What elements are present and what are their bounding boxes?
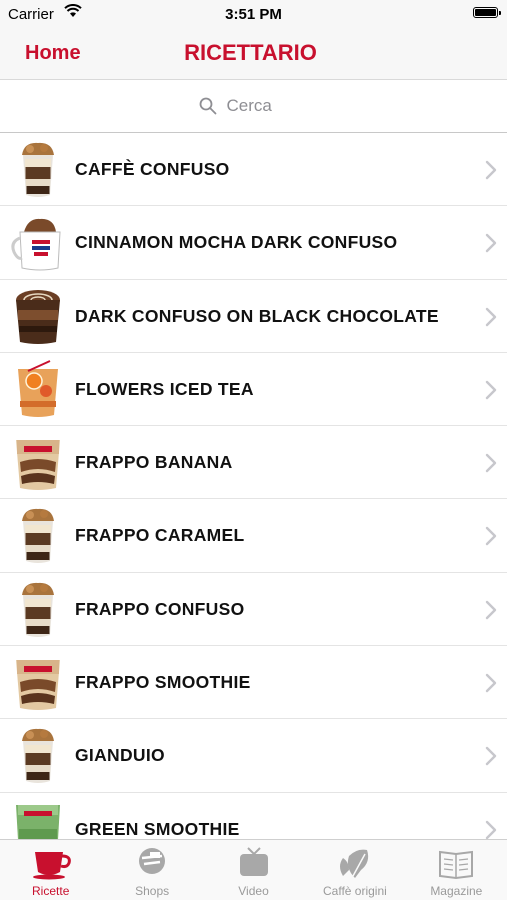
search-bar	[0, 80, 507, 133]
home-button[interactable]: Home	[25, 42, 81, 65]
recipe-row[interactable]: GIANDUIO	[0, 719, 507, 793]
battery-icon	[473, 7, 501, 18]
chevron-right-icon	[485, 307, 497, 326]
recipe-thumbnail	[10, 652, 66, 713]
recipe-row[interactable]: FLOWERS ICED TEA	[0, 353, 507, 427]
recipe-thumbnail	[10, 286, 66, 347]
recipe-thumbnail	[10, 359, 66, 420]
recipe-name: FRAPPO CARAMEL	[75, 525, 245, 546]
chevron-right-icon	[485, 160, 497, 180]
tab-shops[interactable]: Shops	[101, 840, 202, 900]
chevron-right-icon	[485, 600, 497, 619]
magazine-icon	[436, 846, 476, 880]
chevron-right-icon	[485, 234, 497, 253]
recipe-thumbnail	[10, 432, 66, 493]
recipe-thumbnail	[10, 139, 66, 200]
recipe-name: FRAPPO SMOOTHIE	[75, 672, 251, 693]
tab-label: Shops	[135, 884, 170, 898]
search-field[interactable]	[0, 95, 507, 117]
search-icon	[199, 97, 216, 115]
recipe-name: CINNAMON MOCHA DARK CONFUSO	[75, 232, 398, 253]
chevron-right-icon	[485, 820, 497, 839]
tab-caff-origini[interactable]: Caffè origini	[304, 840, 405, 900]
leaf-icon	[335, 846, 375, 880]
tab-video[interactable]: Video	[203, 840, 304, 900]
tab-ricette[interactable]: Ricette	[0, 840, 101, 900]
recipe-row[interactable]: FRAPPO CONFUSO	[0, 573, 507, 647]
page-title-text: RICETTARIO	[184, 40, 317, 65]
recipe-thumbnail	[10, 725, 66, 786]
recipe-row[interactable]: FRAPPO CARAMEL	[0, 499, 507, 573]
shops-icon	[132, 846, 172, 880]
chevron-right-icon	[485, 527, 497, 546]
recipe-row[interactable]: GREEN SMOOTHIE	[0, 793, 507, 840]
chevron-right-icon	[485, 747, 497, 766]
recipe-name: DARK CONFUSO ON BLACK CHOCOLATE	[75, 305, 439, 326]
recipe-name: GIANDUIO	[75, 745, 165, 766]
recipe-row[interactable]: FRAPPO BANANA	[0, 426, 507, 500]
recipe-name: FRAPPO BANANA	[75, 452, 233, 473]
recipe-row[interactable]: FRAPPO SMOOTHIE	[0, 646, 507, 720]
navigation-bar: Home RICETTARIO	[0, 28, 507, 80]
recipe-thumbnail	[10, 212, 66, 273]
chevron-right-icon	[485, 673, 497, 693]
tab-label: Video	[238, 884, 269, 898]
recipe-list[interactable]: CAFFÈ CONFUSO CINNAMON MOCHA DARK CONFUSO…	[0, 133, 507, 840]
tab-label: Magazine	[430, 884, 483, 898]
recipe-row[interactable]: CINNAMON MOCHA DARK CONFUSO	[0, 206, 507, 280]
tab-bar: Ricette Shops Video Caffè origini Magazine	[0, 839, 507, 900]
tab-label: Caffè origini	[323, 884, 387, 898]
chevron-right-icon	[485, 453, 497, 473]
recipe-name: GREEN SMOOTHIE	[75, 818, 240, 839]
status-bar: Carrier 3:51 PM	[0, 0, 507, 28]
tab-magazine[interactable]: Magazine	[406, 840, 507, 900]
cup-icon	[31, 846, 71, 880]
recipe-row[interactable]: DARK CONFUSO ON BLACK CHOCOLATE	[0, 280, 507, 353]
recipe-name: FRAPPO CONFUSO	[75, 598, 245, 619]
recipe-thumbnail	[10, 579, 66, 640]
tv-icon	[234, 846, 274, 880]
clock: 3:51 PM	[225, 6, 282, 23]
recipe-thumbnail	[10, 505, 66, 566]
recipe-thumbnail	[10, 799, 66, 840]
search-input[interactable]	[224, 95, 309, 117]
recipe-row[interactable]: CAFFÈ CONFUSO	[0, 133, 507, 207]
recipe-name: CAFFÈ CONFUSO	[75, 159, 230, 179]
tab-label: Ricette	[32, 884, 70, 898]
recipe-name: FLOWERS ICED TEA	[75, 378, 254, 399]
chevron-right-icon	[485, 380, 497, 400]
